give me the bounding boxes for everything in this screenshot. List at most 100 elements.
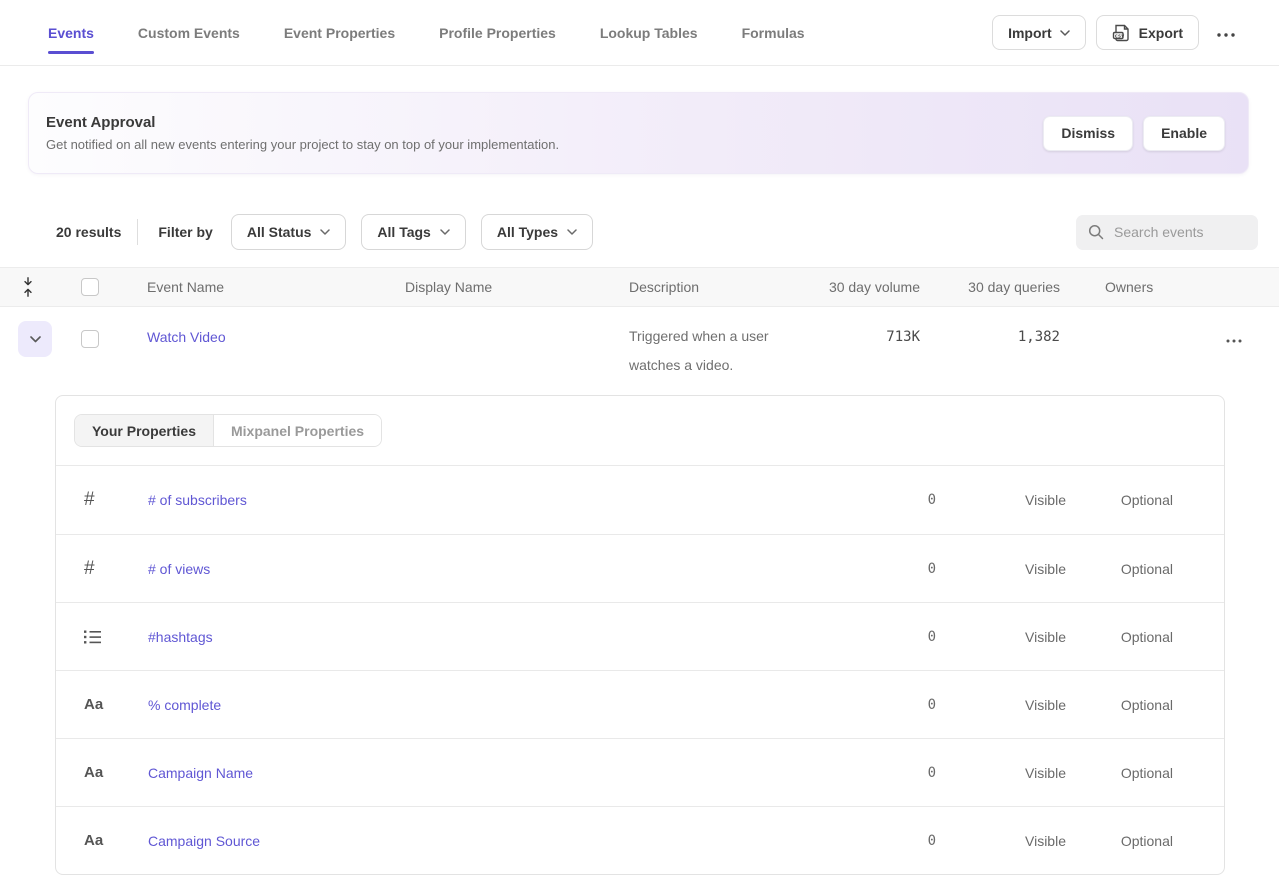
volume-cell: 713K bbox=[792, 321, 920, 345]
chevron-down-icon bbox=[567, 229, 577, 235]
event-name-link[interactable]: Watch Video bbox=[125, 321, 385, 345]
event-row-watch-video: Watch Video Triggered when a user watche… bbox=[0, 307, 1279, 380]
search-events-box bbox=[1076, 215, 1258, 250]
tab-formulas[interactable]: Formulas bbox=[742, 0, 805, 65]
collapse-all-button[interactable] bbox=[0, 277, 55, 297]
text-type-icon: Aa bbox=[84, 832, 103, 849]
column-display-name: Display Name bbox=[385, 279, 607, 295]
lexicon-tabs: Events Custom Events Event Properties Pr… bbox=[48, 0, 805, 65]
property-row: Aa % complete 0 Visible Optional bbox=[56, 670, 1224, 738]
import-button-label: Import bbox=[1008, 25, 1052, 41]
property-visibility[interactable]: Visible bbox=[936, 561, 1066, 577]
row-checkbox[interactable] bbox=[81, 330, 99, 348]
description-cell: Triggered when a user watches a video. bbox=[607, 321, 792, 380]
property-name-link[interactable]: Campaign Source bbox=[148, 833, 816, 849]
tab-mixpanel-properties[interactable]: Mixpanel Properties bbox=[213, 415, 381, 446]
chevron-down-icon bbox=[30, 336, 41, 343]
divider bbox=[137, 219, 138, 245]
tags-filter-dropdown[interactable]: All Tags bbox=[361, 214, 465, 250]
status-filter-dropdown[interactable]: All Status bbox=[231, 214, 347, 250]
property-name-link[interactable]: % complete bbox=[148, 697, 816, 713]
status-filter-label: All Status bbox=[247, 224, 312, 240]
tab-profile-properties[interactable]: Profile Properties bbox=[439, 0, 556, 65]
property-queries: 0 bbox=[816, 697, 936, 713]
tab-lookup-tables-label: Lookup Tables bbox=[600, 25, 698, 41]
select-all-checkbox[interactable] bbox=[81, 278, 99, 296]
property-visibility[interactable]: Visible bbox=[936, 492, 1066, 508]
property-name-link[interactable]: # of subscribers bbox=[148, 492, 816, 508]
tab-event-properties-label: Event Properties bbox=[284, 25, 395, 41]
property-row: #hashtags 0 Visible Optional bbox=[56, 602, 1224, 670]
tab-event-properties[interactable]: Event Properties bbox=[284, 0, 395, 65]
property-queries: 0 bbox=[816, 561, 936, 577]
banner-title: Event Approval bbox=[46, 114, 559, 131]
tab-lookup-tables[interactable]: Lookup Tables bbox=[600, 0, 698, 65]
property-name-link[interactable]: # of views bbox=[148, 561, 816, 577]
collapse-all-icon bbox=[22, 277, 34, 297]
tab-events-label: Events bbox=[48, 25, 94, 41]
export-button-label: Export bbox=[1139, 25, 1183, 41]
svg-text:csv: csv bbox=[1114, 33, 1124, 39]
more-options-button[interactable] bbox=[1209, 25, 1243, 40]
event-approval-banner: Event Approval Get notified on all new e… bbox=[28, 92, 1249, 174]
number-type-icon: # bbox=[84, 558, 95, 580]
filter-by-label: Filter by bbox=[158, 224, 212, 240]
property-row: Aa Campaign Name 0 Visible Optional bbox=[56, 738, 1224, 806]
search-icon bbox=[1088, 224, 1104, 240]
chevron-down-icon bbox=[440, 229, 450, 235]
property-name-link[interactable]: #hashtags bbox=[148, 629, 816, 645]
event-properties-panel: Your Properties Mixpanel Properties # # … bbox=[55, 395, 1225, 875]
properties-tabs-bar: Your Properties Mixpanel Properties bbox=[56, 396, 1224, 466]
column-owners: Owners bbox=[1060, 279, 1200, 295]
property-visibility[interactable]: Visible bbox=[936, 629, 1066, 645]
tab-your-properties[interactable]: Your Properties bbox=[75, 415, 213, 446]
banner-description: Get notified on all new events entering … bbox=[46, 137, 559, 152]
column-event-name: Event Name bbox=[125, 279, 385, 295]
property-name-link[interactable]: Campaign Name bbox=[148, 765, 816, 781]
row-expand-toggle[interactable] bbox=[18, 321, 52, 357]
property-row: # # of views 0 Visible Optional bbox=[56, 534, 1224, 602]
types-filter-dropdown[interactable]: All Types bbox=[481, 214, 593, 250]
chevron-down-icon bbox=[320, 229, 330, 235]
tab-custom-events[interactable]: Custom Events bbox=[138, 0, 240, 65]
properties-tab-switcher: Your Properties Mixpanel Properties bbox=[74, 414, 382, 447]
chevron-down-icon bbox=[1060, 30, 1070, 36]
row-more-options-button[interactable] bbox=[1218, 331, 1250, 346]
filter-toolbar: 20 results Filter by All Status All Tags… bbox=[0, 214, 1279, 250]
property-queries: 0 bbox=[816, 765, 936, 781]
types-filter-label: All Types bbox=[497, 224, 558, 240]
top-navigation: Events Custom Events Event Properties Pr… bbox=[0, 0, 1279, 66]
property-requirement[interactable]: Optional bbox=[1066, 492, 1173, 508]
tab-profile-properties-label: Profile Properties bbox=[439, 25, 556, 41]
export-button[interactable]: csv Export bbox=[1096, 15, 1199, 50]
import-button[interactable]: Import bbox=[992, 15, 1086, 50]
active-tab-underline bbox=[48, 51, 94, 54]
search-events-input[interactable] bbox=[1114, 224, 1246, 240]
property-visibility[interactable]: Visible bbox=[936, 833, 1066, 849]
property-visibility[interactable]: Visible bbox=[936, 697, 1066, 713]
events-table-header: Event Name Display Name Description 30 d… bbox=[0, 267, 1279, 307]
property-queries: 0 bbox=[816, 629, 936, 645]
text-type-icon: Aa bbox=[84, 696, 103, 713]
enable-button[interactable]: Enable bbox=[1143, 116, 1225, 151]
column-description: Description bbox=[607, 279, 792, 295]
dismiss-button[interactable]: Dismiss bbox=[1043, 116, 1133, 151]
banner-text: Event Approval Get notified on all new e… bbox=[46, 114, 559, 152]
property-requirement[interactable]: Optional bbox=[1066, 561, 1173, 577]
ellipsis-icon bbox=[1226, 339, 1242, 343]
ellipsis-icon bbox=[1217, 33, 1235, 37]
tags-filter-label: All Tags bbox=[377, 224, 430, 240]
property-queries: 0 bbox=[816, 492, 936, 508]
property-queries: 0 bbox=[816, 833, 936, 849]
property-row: # # of subscribers 0 Visible Optional bbox=[56, 466, 1224, 534]
property-requirement[interactable]: Optional bbox=[1066, 697, 1173, 713]
property-visibility[interactable]: Visible bbox=[936, 765, 1066, 781]
property-requirement[interactable]: Optional bbox=[1066, 833, 1173, 849]
results-count: 20 results bbox=[56, 224, 121, 240]
tab-events[interactable]: Events bbox=[48, 0, 94, 65]
column-30-day-queries: 30 day queries bbox=[920, 279, 1060, 295]
queries-cell: 1,382 bbox=[920, 321, 1060, 345]
banner-actions: Dismiss Enable bbox=[1043, 116, 1225, 151]
property-requirement[interactable]: Optional bbox=[1066, 765, 1173, 781]
property-requirement[interactable]: Optional bbox=[1066, 629, 1173, 645]
